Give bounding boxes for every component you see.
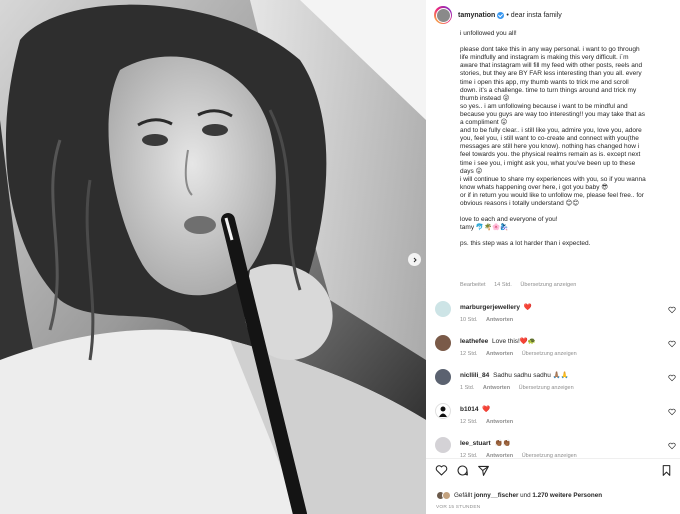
- comment-text-row: marburgerjewellery ❤️: [460, 303, 660, 311]
- author-username[interactable]: tamynation: [458, 12, 495, 19]
- likes-prefix: Gefällt: [454, 491, 473, 499]
- heart-icon[interactable]: [435, 464, 448, 477]
- header-location[interactable]: dear insta family: [511, 12, 562, 19]
- comment-text-row: nicllili_84 Sadhu sadhu sadhu 🙏🏽🙏: [460, 371, 660, 379]
- comment-item: marburgerjewellery ❤️ 10 Std. Antworten: [426, 298, 680, 332]
- comment-text-row: leathefee Love this!❤️🐢: [460, 337, 660, 345]
- post-timestamp: VOR 15 STUNDEN: [436, 505, 481, 510]
- caption-gap: [460, 38, 675, 46]
- comment-time: 10 Std.: [460, 317, 478, 323]
- comment-avatar[interactable]: [435, 369, 451, 385]
- paper-plane-icon[interactable]: [477, 464, 490, 477]
- likes-middle: und: [520, 491, 531, 499]
- post-side-panel: tamynation • dear insta family i unfollo…: [426, 0, 680, 514]
- comment-username[interactable]: leathefee: [460, 338, 488, 345]
- comment-avatar[interactable]: [435, 437, 451, 453]
- likes-text: Gefällt jonny__fischer und 1.270 weitere…: [454, 492, 602, 499]
- caption-signoff: love to each and everyone of you! tamy 🐬…: [460, 216, 558, 232]
- comment-meta: 12 Std. Antworten: [460, 419, 520, 425]
- comment-avatar[interactable]: [435, 403, 451, 419]
- comment-text: 👏🏾👏🏾: [494, 440, 511, 447]
- comment-translate-link[interactable]: Übersetzung anzeigen: [519, 385, 574, 391]
- comment-meta: 1 Std. Antworten Übersetzung anzeigen: [460, 385, 581, 391]
- reply-button[interactable]: Antworten: [486, 351, 513, 357]
- reply-button[interactable]: Antworten: [486, 419, 513, 425]
- caption-meta: Bearbeitet 14 Std. Übersetzung anzeigen: [460, 282, 583, 288]
- silhouette-icon: [439, 406, 447, 417]
- caption-line: i unfollowed you all!: [460, 30, 517, 37]
- comment-username[interactable]: marburgerjewellery: [460, 304, 520, 311]
- comment-text-row: lee_stuart 👏🏾👏🏾: [460, 439, 660, 447]
- caption-gap: [460, 208, 675, 216]
- comment-meta: 10 Std. Antworten: [460, 317, 520, 323]
- caption-time: 14 Std.: [494, 282, 512, 288]
- likes-user[interactable]: jonny__fischer: [474, 492, 518, 499]
- heart-icon[interactable]: [668, 374, 676, 382]
- comment-avatar[interactable]: [435, 301, 451, 317]
- carousel-next-button[interactable]: [408, 253, 421, 266]
- chevron-right-icon: [413, 257, 417, 262]
- caption-edited: Bearbeitet: [460, 282, 486, 288]
- comment-translate-link[interactable]: Übersetzung anzeigen: [522, 351, 577, 357]
- comment-time: 12 Std.: [460, 419, 478, 425]
- comment-username[interactable]: nicllili_84: [460, 372, 489, 379]
- caption-translate-link[interactable]: Übersetzung anzeigen: [520, 282, 576, 288]
- post-caption: i unfollowed you all! please dont take t…: [460, 30, 675, 286]
- post-image[interactable]: [0, 0, 426, 514]
- comment-text: Love this!❤️🐢: [492, 338, 537, 345]
- comment-text: Sadhu sadhu sadhu 🙏🏽🙏: [493, 372, 569, 379]
- comment-item: b1014 ❤️ 12 Std. Antworten: [426, 400, 680, 434]
- reply-button[interactable]: Antworten: [483, 385, 510, 391]
- post-header: tamynation • dear insta family: [426, 0, 680, 30]
- verified-badge-icon: [497, 11, 505, 19]
- caption-body: please dont take this in any way persona…: [460, 46, 646, 207]
- heart-icon[interactable]: [668, 442, 676, 450]
- comment-text-row: b1014 ❤️: [460, 405, 660, 413]
- comment-text: ❤️: [523, 304, 532, 311]
- comment-time: 12 Std.: [460, 351, 478, 357]
- post-actions: [426, 464, 680, 484]
- comment-username[interactable]: lee_stuart: [460, 440, 491, 447]
- comment-time: 1 Std.: [460, 385, 475, 391]
- header-separator: •: [506, 11, 509, 19]
- likes-others[interactable]: 1.270 weitere Personen: [532, 492, 602, 499]
- comment-meta: 12 Std. Antworten Übersetzung anzeigen: [460, 351, 584, 357]
- likes-summary: Gefällt jonny__fischer und 1.270 weitere…: [436, 490, 602, 500]
- comment-item: nicllili_84 Sadhu sadhu sadhu 🙏🏽🙏 1 Std.…: [426, 366, 680, 400]
- comment-text: ❤️: [482, 406, 491, 413]
- post-photo: [0, 0, 426, 514]
- comment-username[interactable]: b1014: [460, 406, 478, 413]
- heart-icon[interactable]: [668, 306, 676, 314]
- comment-item: lee_stuart 👏🏾👏🏾 12 Std. Antworten Überse…: [426, 434, 680, 468]
- caption-ps: ps. this step was a lot harder than i ex…: [460, 240, 591, 248]
- bookmark-icon[interactable]: [660, 464, 673, 477]
- liker-avatar[interactable]: [442, 490, 451, 500]
- comment-avatar[interactable]: [435, 335, 451, 351]
- caption-gap: [460, 232, 675, 240]
- actions-divider: [426, 458, 680, 459]
- heart-icon[interactable]: [668, 408, 676, 416]
- author-avatar[interactable]: [434, 6, 452, 24]
- comment-icon[interactable]: [456, 464, 469, 477]
- reply-button[interactable]: Antworten: [486, 317, 513, 323]
- heart-icon[interactable]: [668, 340, 676, 348]
- comment-item: leathefee Love this!❤️🐢 12 Std. Antworte…: [426, 332, 680, 366]
